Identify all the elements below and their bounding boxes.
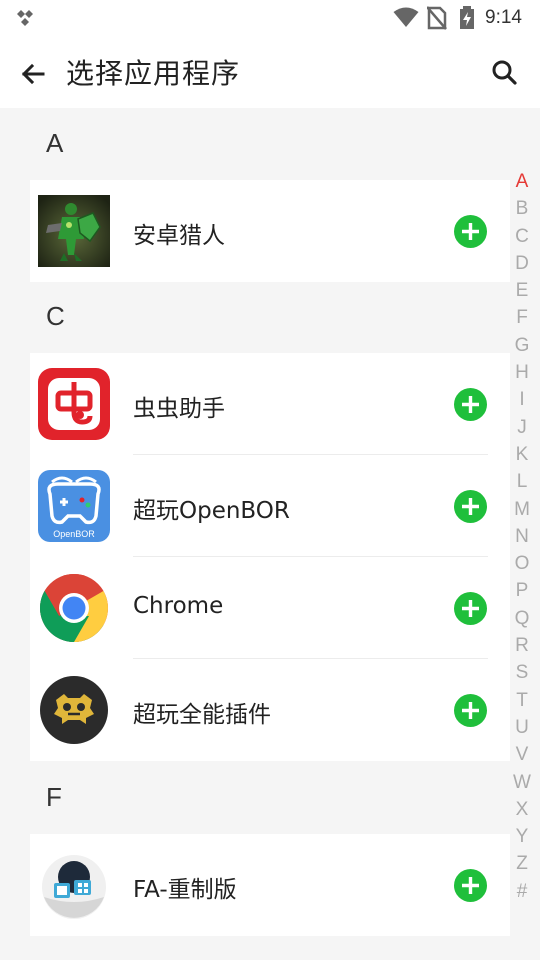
section-a-list: 安卓猎人 [30,180,510,282]
app-row[interactable]: 安卓猎人 [30,180,510,282]
back-arrow-icon[interactable] [19,60,47,88]
add-button[interactable] [454,869,487,902]
status-time: 9:14 [485,7,522,28]
search-icon[interactable] [490,58,520,88]
index-letter-w[interactable]: W [510,769,534,796]
plugin-icon [40,676,108,744]
index-letter-g[interactable]: G [510,332,534,359]
index-letter-m[interactable]: M [510,496,534,523]
index-letter-v[interactable]: V [510,741,534,768]
app-row[interactable]: 虫虫助手 [30,353,510,455]
index-letter-x[interactable]: X [510,796,534,823]
app-name: 安卓猎人 [133,223,225,249]
index-letter-l[interactable]: L [510,468,534,495]
index-letter-z[interactable]: Z [510,850,534,877]
openbor-icon: OpenBOR [38,470,110,542]
index-letter-d[interactable]: D [510,250,534,277]
index-letter-a[interactable]: A [510,168,534,195]
add-button[interactable] [454,215,487,248]
app-name: 超玩全能插件 [133,702,271,728]
toolbar: 选择应用程序 [0,36,540,108]
add-button[interactable] [454,592,487,625]
index-letter-n[interactable]: N [510,523,534,550]
index-letter-f[interactable]: F [510,304,534,331]
app-row[interactable]: Chrome [30,557,510,659]
page-title: 选择应用程序 [66,57,241,90]
alphabet-index-bar[interactable]: A B C D E F G H I J K L M N O P Q R S T … [510,168,534,905]
section-header-c: C [46,301,65,331]
app-name: 超玩OpenBOR [133,498,290,524]
index-letter-o[interactable]: O [510,550,534,577]
index-letter-i[interactable]: I [510,386,534,413]
chrome-icon [40,574,108,642]
index-letter-q[interactable]: Q [510,605,534,632]
no-sim-icon [427,6,447,30]
section-header-f: F [46,782,62,812]
add-button[interactable] [454,490,487,523]
chongchong-icon [38,368,110,440]
android-hunter-icon [38,195,110,267]
index-letter-h[interactable]: H [510,359,534,386]
app-name: Chrome [133,593,224,619]
battery-charging-icon [460,6,474,29]
index-letter-p[interactable]: P [510,577,534,604]
app-row[interactable]: 超玩全能插件 [30,659,510,761]
index-letter-t[interactable]: T [510,687,534,714]
fa-remake-icon [42,855,106,919]
index-letter-c[interactable]: C [510,223,534,250]
add-button[interactable] [454,694,487,727]
index-letter-hash[interactable]: # [510,878,534,905]
section-f-list: FA-重制版 [30,834,510,936]
app-name: FA-重制版 [133,877,237,903]
app-row[interactable]: OpenBOR 超玩OpenBOR [30,455,510,557]
index-letter-e[interactable]: E [510,277,534,304]
index-letter-r[interactable]: R [510,632,534,659]
index-letter-k[interactable]: K [510,441,534,468]
app-row[interactable]: FA-重制版 [30,834,510,936]
app-name: 虫虫助手 [133,396,225,422]
svg-text:OpenBOR: OpenBOR [53,529,95,539]
index-letter-j[interactable]: J [510,414,534,441]
section-header-a: A [46,128,64,158]
section-c-list: 虫虫助手 OpenBOR 超玩OpenBOR Chrome 超玩全能插件 [30,353,510,761]
wifi-icon [393,7,419,27]
add-button[interactable] [454,388,487,421]
index-letter-b[interactable]: B [510,195,534,222]
app-notification-icon [17,10,33,26]
index-letter-s[interactable]: S [510,659,534,686]
index-letter-u[interactable]: U [510,714,534,741]
index-letter-y[interactable]: Y [510,823,534,850]
status-bar: 9:14 [0,0,540,36]
